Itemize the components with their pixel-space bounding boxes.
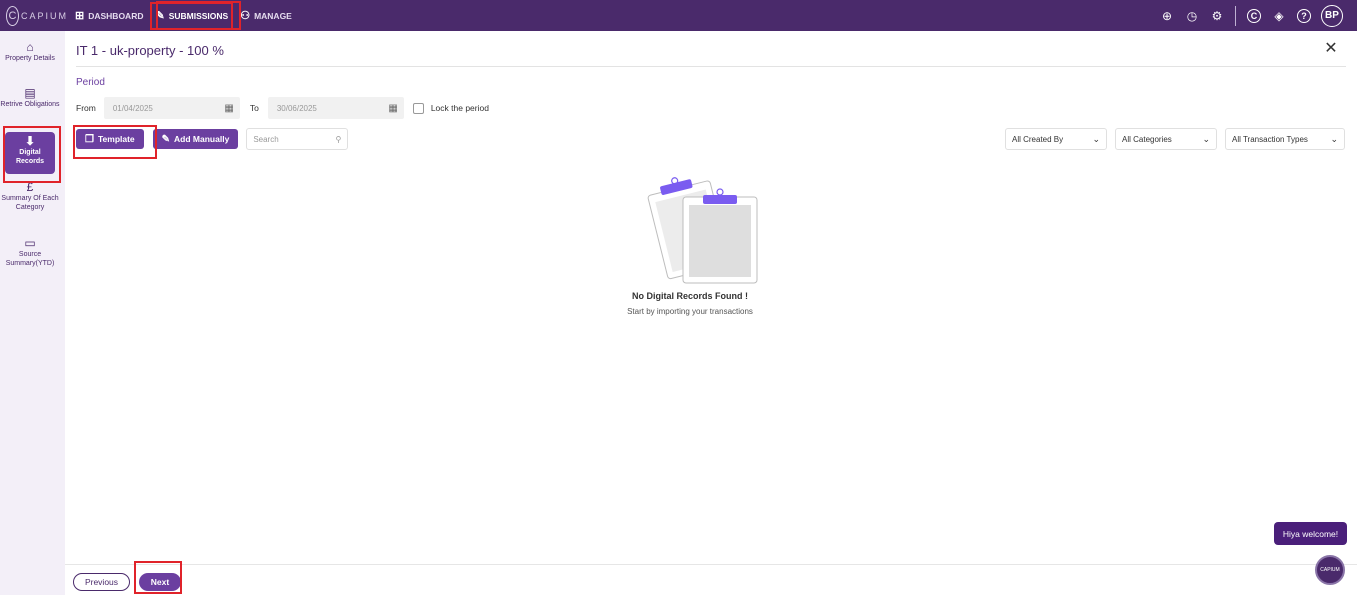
manage-users-icon: ⚇	[240, 10, 251, 22]
lock-period-checkbox[interactable]	[412, 102, 424, 114]
filter-bar: All Created By ⌄ All Categories ⌄ All Tr…	[997, 128, 1345, 150]
template-button-label: Template	[97, 134, 135, 144]
chevron-down-icon: ⌄	[1202, 133, 1210, 144]
pound-icon: £	[26, 180, 34, 194]
period-date-row: From 01/04/2025 ▦ To 30/06/2025 ▦ Lock t…	[76, 97, 489, 119]
template-icon: ❐	[85, 133, 94, 145]
template-button[interactable]: ❐ Template	[76, 129, 144, 149]
lock-period-label: Lock the period	[430, 103, 489, 113]
capium-logo-text: CAPIUM	[20, 10, 68, 21]
created-by-filter-value: All Created By	[1012, 134, 1064, 144]
capium-apps-icon[interactable]: C	[1247, 8, 1261, 23]
period-label: Period	[76, 77, 105, 88]
footer-divider	[65, 564, 1357, 565]
categories-filter[interactable]: All Categories ⌄	[1115, 128, 1217, 150]
integrations-icon[interactable]: ◈	[1272, 9, 1286, 23]
calendar-icon[interactable]: ▦	[388, 103, 397, 114]
add-manually-button[interactable]: ✎ Add Manually	[152, 129, 239, 149]
to-label: To	[249, 103, 259, 113]
created-by-filter[interactable]: All Created By ⌄	[1005, 128, 1107, 150]
sidebar-item-property-details[interactable]: ⌂ Property Details	[0, 40, 60, 63]
sidebar-item-label: Source Summary(YTD)	[5, 251, 55, 267]
home-icon: ⌂	[26, 40, 34, 54]
nav-submissions[interactable]: ✎ SUBMISSIONS	[150, 1, 234, 30]
to-date-input[interactable]: 30/06/2025 ▦	[267, 97, 404, 119]
chat-launcher-logo: CAPIUM	[1320, 567, 1340, 573]
document-icon: ▤	[24, 86, 36, 100]
empty-state-title: No Digital Records Found !	[632, 291, 748, 301]
close-icon[interactable]: ✕	[1323, 41, 1339, 57]
top-navigation-bar: C CAPIUM ⊞ DASHBOARD ✎ SUBMISSIONS ⚇ MAN…	[0, 0, 1357, 31]
empty-state: No Digital Records Found ! Start by impo…	[585, 171, 795, 316]
from-date-input[interactable]: 01/04/2025 ▦	[103, 97, 240, 119]
sidebar-item-digital-records[interactable]: ⬇ Digital Records	[5, 132, 55, 174]
chat-welcome-bubble[interactable]: Hiya welcome!	[1274, 522, 1347, 545]
nav-manage-label: MANAGE	[254, 10, 292, 21]
search-icon[interactable]: ⚲	[335, 135, 341, 144]
nav-dashboard[interactable]: ⊞ DASHBOARD	[70, 0, 148, 31]
user-avatar[interactable]: BP	[1321, 4, 1343, 27]
sidebar-item-summary-of-each-category[interactable]: £ Summary Of Each Category	[0, 180, 60, 212]
settings-gear-icon[interactable]: ⚙	[1210, 9, 1224, 23]
search-placeholder: Search	[253, 134, 279, 144]
calendar-icon[interactable]: ▦	[224, 103, 233, 114]
sidebar-item-label: Digital Records	[15, 149, 44, 165]
pencil-icon: ✎	[155, 10, 165, 22]
sidebar-item-source-summary[interactable]: ▭ Source Summary(YTD)	[0, 236, 60, 268]
folder-icon: ▭	[24, 236, 36, 250]
sidebar-item-retrive-obligations[interactable]: ▤ Retrive Obligations	[0, 86, 60, 109]
page-title: IT 1 - uk-property - 100 %	[76, 43, 224, 58]
search-input[interactable]: Search ⚲	[246, 128, 349, 150]
sidebar-item-label: Summary Of Each Category	[1, 195, 59, 211]
sidebar-item-label: Retrive Obligations	[0, 101, 60, 108]
help-icon[interactable]: ?	[1297, 8, 1311, 23]
sidebar-item-label: Property Details	[5, 55, 55, 62]
add-circle-icon[interactable]: ⊕	[1160, 9, 1174, 23]
next-button[interactable]: Next	[139, 573, 181, 591]
chat-launcher[interactable]: CAPIUM	[1315, 555, 1345, 585]
from-label: From	[76, 103, 96, 113]
empty-clipboard-illustration	[647, 177, 758, 284]
empty-state-subtitle: Start by importing your transactions	[627, 307, 753, 316]
chevron-down-icon: ⌄	[1092, 133, 1100, 144]
capium-logo-icon: C	[6, 5, 19, 26]
capium-logo[interactable]: C CAPIUM	[6, 5, 68, 26]
topbar-actions: ⊕ ◷ ⚙ C ◈ ? BP	[1149, 0, 1343, 31]
nav-dashboard-label: DASHBOARD	[88, 10, 144, 21]
sidebar: ⌂ Property Details ▤ Retrive Obligations…	[0, 31, 65, 595]
pencil-icon: ✎	[161, 133, 171, 145]
previous-button[interactable]: Previous	[73, 573, 130, 591]
from-date-placeholder: 01/04/2025	[112, 103, 153, 113]
main-content: IT 1 - uk-property - 100 % ✕ Period From…	[65, 31, 1357, 595]
transaction-types-filter-value: All Transaction Types	[1232, 134, 1308, 144]
dashboard-icon: ⊞	[75, 10, 85, 22]
categories-filter-value: All Categories	[1122, 134, 1172, 144]
download-icon: ⬇	[24, 134, 36, 148]
action-row: ❐ Template ✎ Add Manually Search ⚲	[76, 128, 349, 150]
nav-submissions-label: SUBMISSIONS	[168, 10, 229, 21]
chevron-down-icon: ⌄	[1330, 133, 1338, 144]
add-manually-button-label: Add Manually	[174, 134, 230, 144]
to-date-placeholder: 30/06/2025	[276, 103, 317, 113]
title-divider	[76, 66, 1346, 67]
transaction-types-filter[interactable]: All Transaction Types ⌄	[1225, 128, 1345, 150]
history-clock-icon[interactable]: ◷	[1185, 9, 1199, 23]
topbar-divider	[1235, 5, 1236, 26]
nav-manage[interactable]: ⚇ MANAGE	[235, 0, 297, 31]
